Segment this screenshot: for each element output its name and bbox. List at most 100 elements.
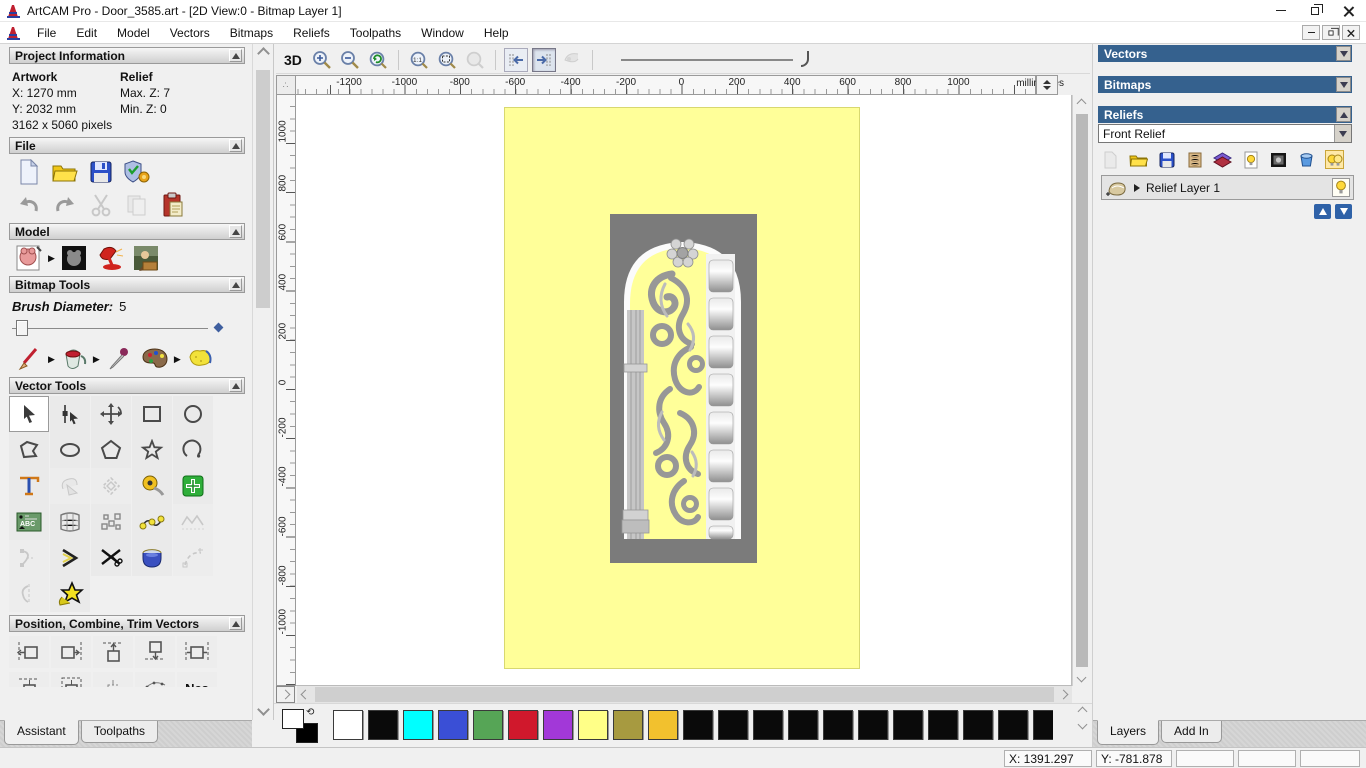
previous-bitmap-layer-button[interactable] xyxy=(503,47,528,72)
undo-button[interactable] xyxy=(14,191,44,219)
ruler-unit-spinner[interactable] xyxy=(1036,75,1058,95)
collapse-button[interactable] xyxy=(229,139,242,152)
toggle-3d-view-button[interactable]: 3D xyxy=(284,52,302,68)
menu-reliefs[interactable]: Reliefs xyxy=(283,26,340,40)
palette-swatch[interactable] xyxy=(683,710,713,740)
close-button[interactable] xyxy=(1332,0,1366,22)
align-right-button[interactable] xyxy=(51,636,91,668)
palette-swatch[interactable] xyxy=(578,710,608,740)
layer-visibility-toggle[interactable] xyxy=(1332,178,1350,197)
paste-button[interactable] xyxy=(158,191,188,219)
relief-selector-dropdown[interactable]: Front Relief xyxy=(1098,124,1352,143)
menu-help[interactable]: Help xyxy=(474,26,519,40)
palette-scroll-up-button[interactable] xyxy=(1077,706,1088,717)
scrollbar-thumb[interactable] xyxy=(256,70,270,308)
ruler-corner-button[interactable]: ∴ xyxy=(276,75,296,95)
invert-model-button[interactable] xyxy=(59,244,89,272)
menu-window[interactable]: Window xyxy=(411,26,474,40)
scrollbar-thumb[interactable] xyxy=(1075,114,1088,667)
toggle-all-layers-button[interactable] xyxy=(1325,150,1344,169)
palette-swatch[interactable] xyxy=(718,710,748,740)
redo-button[interactable] xyxy=(50,191,80,219)
slider-handle[interactable] xyxy=(16,320,28,336)
relief-layers-button[interactable] xyxy=(1213,150,1232,169)
palette-swatch[interactable] xyxy=(613,710,643,740)
distort-vectors-button[interactable] xyxy=(50,504,90,540)
select-vectors-button[interactable] xyxy=(9,396,49,432)
menu-toolpaths[interactable]: Toolpaths xyxy=(340,26,411,40)
palette-swatch[interactable] xyxy=(438,710,468,740)
node-editing-button[interactable] xyxy=(50,396,90,432)
scroll-up-button[interactable] xyxy=(253,44,273,62)
load-bitmap-button[interactable] xyxy=(131,244,161,272)
palette-swatch[interactable] xyxy=(928,710,958,740)
zoom-1to1-button[interactable]: 1:1 xyxy=(407,48,431,72)
create-rectangle-button[interactable] xyxy=(132,396,172,432)
copy-button[interactable] xyxy=(122,191,152,219)
preview-relief-button[interactable] xyxy=(560,48,584,72)
menu-file[interactable]: File xyxy=(27,26,66,40)
zoom-object-button[interactable] xyxy=(463,48,487,72)
arc-fit-button[interactable] xyxy=(50,540,90,576)
move-layer-down-button[interactable] xyxy=(1335,204,1352,219)
new-model-button[interactable] xyxy=(14,158,44,186)
delete-relief-button[interactable] xyxy=(1297,150,1316,169)
paste-along-curve-button[interactable] xyxy=(93,672,133,687)
minimize-button[interactable] xyxy=(1264,0,1298,22)
palette-swatch[interactable] xyxy=(473,710,503,740)
nesting-button[interactable]: Nes xyxy=(177,672,217,687)
palette-swatch[interactable] xyxy=(963,710,993,740)
collapse-button[interactable] xyxy=(229,379,242,392)
center-vertical-button[interactable] xyxy=(51,672,91,687)
lighting-button[interactable] xyxy=(95,244,125,272)
palette-swatch[interactable] xyxy=(998,710,1028,740)
palette-swatch[interactable] xyxy=(368,710,398,740)
create-text-button[interactable] xyxy=(9,468,49,504)
array-copy-button[interactable] xyxy=(135,672,175,687)
paste-vectors-button[interactable] xyxy=(50,468,90,504)
pan-corner-button[interactable] xyxy=(276,686,295,703)
pick-colour-button[interactable] xyxy=(104,345,134,373)
measure-tool-button[interactable] xyxy=(132,468,172,504)
trim-vectors-button[interactable] xyxy=(91,540,131,576)
next-bitmap-layer-button[interactable] xyxy=(531,47,556,72)
tab-add-in[interactable]: Add In xyxy=(1161,721,1222,743)
create-arc-button[interactable] xyxy=(173,432,213,468)
palette-swatch[interactable] xyxy=(648,710,678,740)
save-relief-button[interactable] xyxy=(1157,150,1176,169)
scroll-down-button[interactable] xyxy=(1076,669,1087,686)
tab-assistant[interactable]: Assistant xyxy=(4,720,79,745)
align-top-button[interactable] xyxy=(93,636,133,668)
zoom-out-button[interactable] xyxy=(338,48,362,72)
cut-button[interactable] xyxy=(86,191,116,219)
center-in-page-button[interactable] xyxy=(9,672,49,687)
contrast-slider[interactable] xyxy=(611,48,821,72)
save-model-button[interactable] xyxy=(86,158,116,186)
palette-swatch[interactable] xyxy=(543,710,573,740)
collapse-button[interactable] xyxy=(229,49,242,62)
free-form-button[interactable] xyxy=(173,504,213,540)
open-model-button[interactable] xyxy=(50,158,80,186)
fillet-tool-button[interactable] xyxy=(132,504,172,540)
tab-toolpaths[interactable]: Toolpaths xyxy=(80,721,159,743)
create-circle-button[interactable] xyxy=(173,396,213,432)
offset-vectors-button[interactable] xyxy=(91,468,131,504)
create-star-button[interactable] xyxy=(132,432,172,468)
new-relief-layer-button[interactable] xyxy=(1101,150,1120,169)
menu-model[interactable]: Model xyxy=(107,26,160,40)
palette-swatch[interactable] xyxy=(823,710,853,740)
wrap-vectors-button[interactable] xyxy=(50,576,90,612)
scroll-up-button[interactable] xyxy=(1076,95,1087,112)
primary-secondary-colours[interactable]: ⟲ xyxy=(282,707,322,743)
scroll-left-button[interactable] xyxy=(297,686,314,703)
tab-layers[interactable]: Layers xyxy=(1097,720,1160,745)
brush-diameter-slider[interactable] xyxy=(12,320,240,336)
expand-bitmaps-button[interactable] xyxy=(1336,77,1351,92)
menu-edit[interactable]: Edit xyxy=(66,26,107,40)
weld-vectors-button[interactable] xyxy=(132,540,172,576)
palette-swatch[interactable] xyxy=(403,710,433,740)
restore-button[interactable] xyxy=(1298,0,1332,22)
zoom-previous-button[interactable] xyxy=(366,48,390,72)
scroll-right-button[interactable] xyxy=(1055,686,1072,703)
create-polygon-button[interactable] xyxy=(91,432,131,468)
